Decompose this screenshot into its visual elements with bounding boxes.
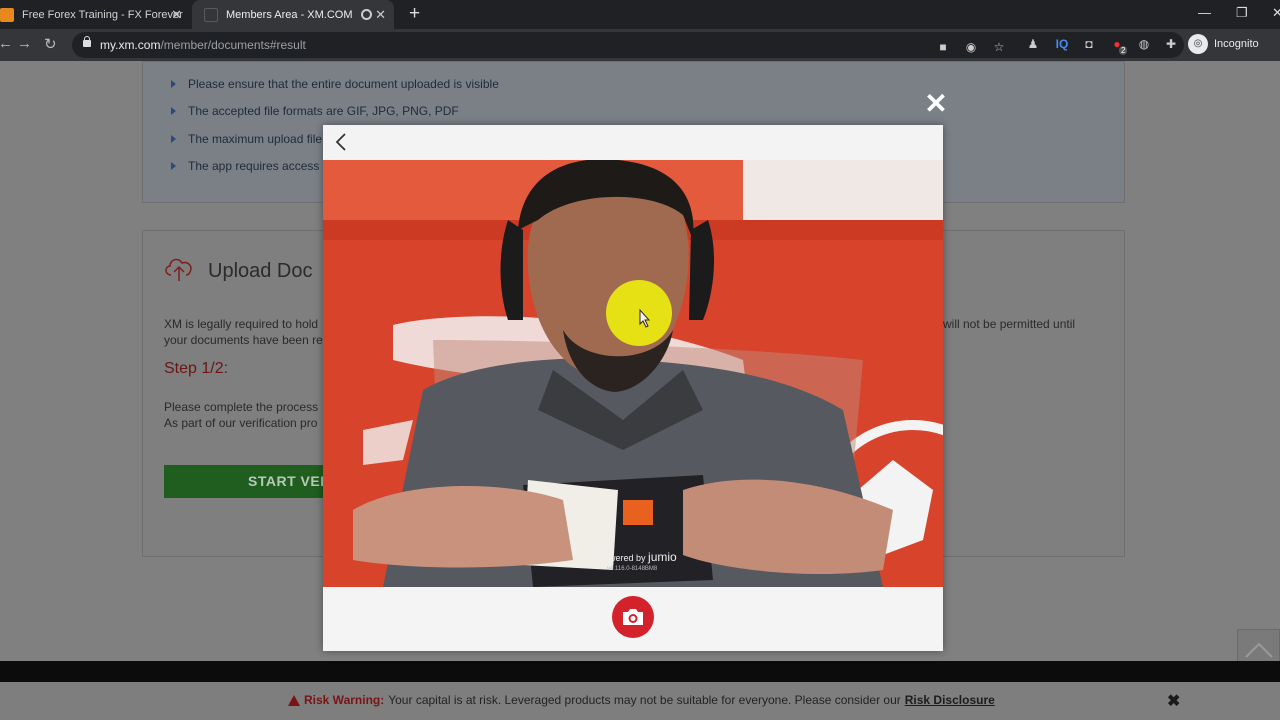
cursor-highlight [606,280,672,346]
modal-header [323,125,943,160]
risk-label: Risk Warning: [304,693,385,707]
profile-label: Incognito [1214,38,1259,50]
extension-camera-icon[interactable]: ◘ [1082,37,1096,51]
close-window-button[interactable]: ✕ [1272,5,1280,21]
upload-title: Upload Doc [208,260,313,282]
new-tab-button[interactable]: + [409,3,420,25]
address-bar[interactable]: my.xm.com/member/documents#result ■ ◉ ☆ [72,32,1184,58]
bullet-arrow-icon [171,107,176,115]
bullet-arrow-icon [171,80,176,88]
fx-forever-favicon-icon [0,7,14,22]
incognito-icon: ◎ [1188,34,1208,54]
modal-close-button[interactable]: ✕ [924,90,948,118]
forward-icon[interactable]: → [17,35,32,52]
tab-title: Free Forex Training - FX Forever [22,8,183,21]
risk-text: Your capital is at risk. Leveraged produ… [388,693,901,707]
camera-feed-image [323,160,943,587]
back-arrow-icon[interactable] [333,133,351,151]
modal-footer [323,587,943,651]
risk-close-button[interactable]: ✖ [1167,691,1180,711]
url-text: my.xm.com/member/documents#result [100,38,306,52]
back-icon[interactable]: ← [0,35,13,52]
legal-text: XM is legally required to hold your docu… [164,317,323,347]
bullet-arrow-icon [171,135,176,143]
start-verification-button[interactable]: START VERIF [164,465,324,498]
incognito-profile[interactable]: ◎ Incognito [1188,33,1259,55]
mouse-pointer-icon [639,308,651,328]
list-item: Please ensure that the entire document u… [171,77,499,91]
tab-close-icon[interactable]: ✕ [375,7,386,23]
id-capture-modal: Powered by jumio v4.116.0-8148BM8 [323,125,943,651]
extensions-puzzle-icon[interactable]: ✚ [1164,37,1178,51]
jumio-branding: Powered by jumio [598,550,677,564]
tab-strip: Free Forex Training - FX Forever ✕ Membe… [0,0,1280,29]
list-item: The accepted file formats are GIF, JPG, … [171,104,459,118]
instructions-text: Please complete the process As part of o… [164,400,319,430]
xm-favicon-icon [204,7,218,22]
bullet-arrow-icon [171,162,176,170]
tab-fx-forever[interactable]: Free Forex Training - FX Forever ✕ [0,0,190,29]
footer-bar [0,661,1280,682]
risk-warning-bar: Risk Warning: Your capital is at risk. L… [0,682,1280,720]
warning-icon [288,694,300,706]
risk-warning: Risk Warning: Your capital is at risk. L… [288,693,995,707]
globe-icon[interactable]: ◍ [1137,37,1151,51]
eye-slash-icon[interactable]: ◉ [964,40,978,54]
browser-toolbar: ← → ↻ my.xm.com/member/documents#result … [0,29,1280,61]
lock-icon [83,36,91,47]
legal-text-right: will not be permitted until [943,317,1076,331]
list-item: The maximum upload file [171,132,322,146]
minimize-button[interactable]: — [1198,5,1211,20]
risk-disclosure-link[interactable]: Risk Disclosure [905,693,995,707]
camera-preview: Powered by jumio v4.116.0-8148BM8 [323,160,943,587]
cloud-upload-icon [165,258,192,281]
extension-user-icon[interactable]: ♟ [1026,37,1040,51]
capture-photo-button[interactable] [612,596,654,638]
tab-close-icon[interactable]: ✕ [171,7,182,23]
recording-icon [361,9,372,20]
tab-title: Members Area - XM.COM [226,8,353,21]
camera-icon [623,609,643,625]
tab-xm-members[interactable]: Members Area - XM.COM ✕ [192,0,394,29]
step-indicator: Step 1/2: [164,360,229,377]
jumio-version: v4.116.0-8148BM8 [607,566,658,572]
bookmark-star-icon[interactable]: ☆ [992,40,1006,54]
reload-icon[interactable]: ↻ [44,35,57,53]
camera-in-use-icon[interactable]: ■ [936,40,950,54]
extension-iq-icon[interactable]: IQ [1054,37,1070,51]
list-item: The app requires access [171,159,319,173]
restore-button[interactable]: ❐ [1236,5,1248,21]
